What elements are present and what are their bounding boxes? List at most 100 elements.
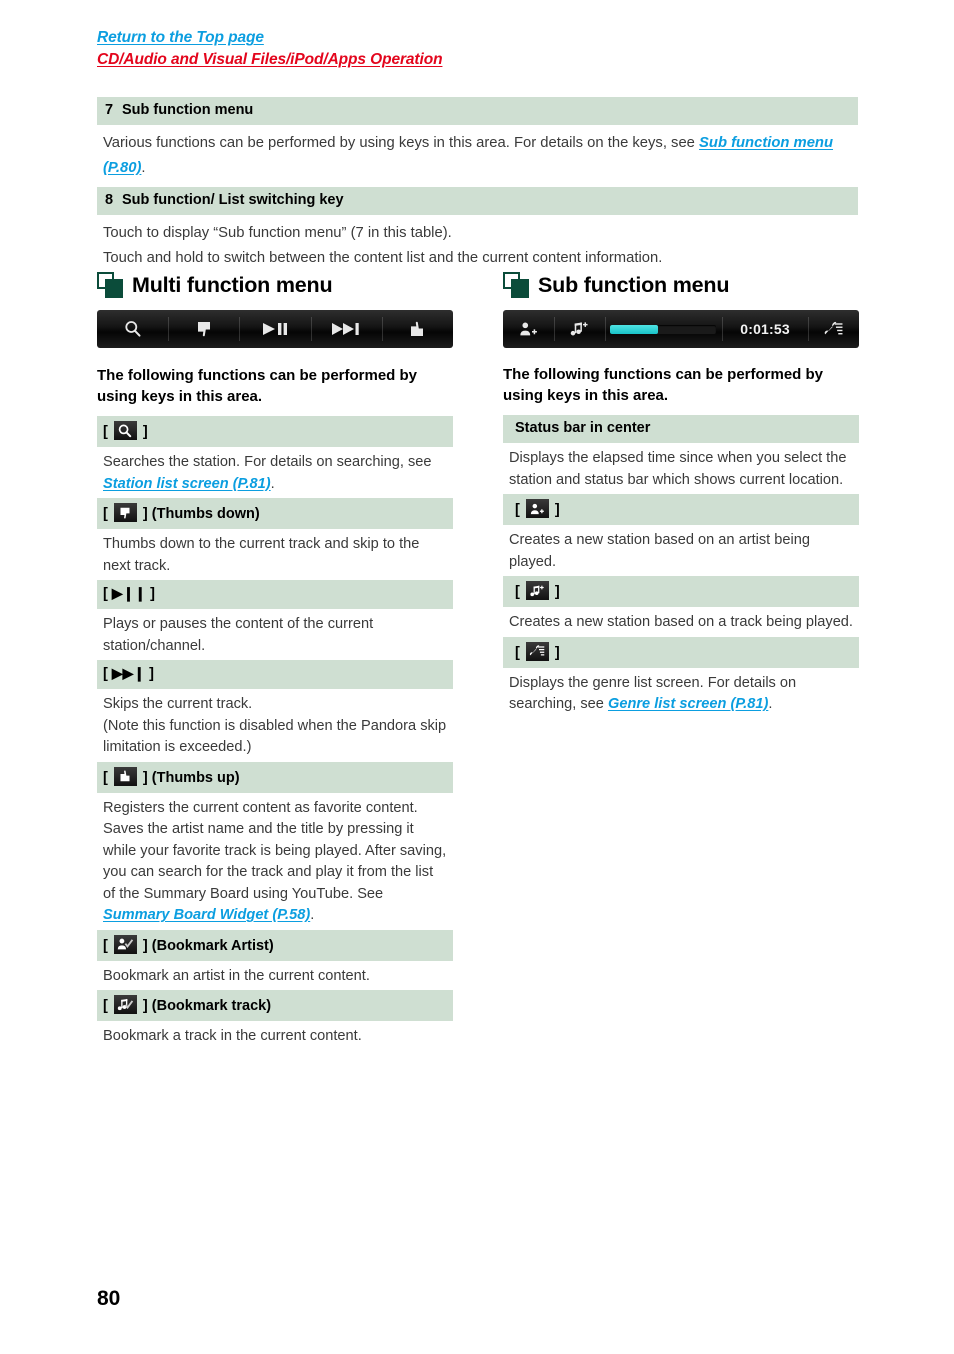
bar-thumbs-up-icon[interactable] bbox=[381, 310, 453, 348]
bar-play-pause-icon[interactable] bbox=[239, 310, 310, 348]
station-list-screen-link[interactable]: Station list screen (P.81) bbox=[103, 476, 271, 492]
sub-function-menu-title: Sub function menu bbox=[538, 272, 730, 297]
bracket-close: ] bbox=[150, 586, 155, 602]
multi-item-skip-header: [ ▶▶❙ ] bbox=[97, 660, 453, 689]
skip-next-icon: ▶▶❙ bbox=[111, 665, 146, 681]
bracket-close: ] bbox=[149, 666, 155, 682]
multi-function-menu-title: Multi function menu bbox=[132, 272, 333, 297]
multi-item-thumbs-down-label: (Thumbs down) bbox=[147, 506, 260, 522]
multi-item-bookmark-artist-body: Bookmark an artist in the current conten… bbox=[103, 967, 370, 984]
sub-item-genre-list-header: [ ] bbox=[503, 636, 859, 668]
multi-item-bookmark-artist-header: [ ] (Bookmark Artist) bbox=[97, 929, 453, 961]
multi-item-thumbs-down-header: [ ] (Thumbs down) bbox=[97, 498, 453, 529]
sub-item-add-artist-station-body: Creates a new station based on an artist… bbox=[509, 532, 810, 570]
search-icon bbox=[113, 421, 137, 440]
progress-fill bbox=[610, 324, 659, 334]
row-number-8: 8 bbox=[105, 192, 114, 208]
progress-track[interactable] bbox=[610, 324, 717, 334]
multi-item-play-pause: [ ▶❙❙ ] Plays or pauses the content of t… bbox=[97, 580, 453, 660]
sub-item-add-track-station-header: [ ] bbox=[503, 576, 859, 607]
multi-item-play-pause-header: [ ▶❙❙ ] bbox=[97, 580, 453, 609]
section-marker-icon bbox=[97, 272, 123, 298]
body-post: . bbox=[768, 696, 773, 712]
play-pause-icon: ▶❙❙ bbox=[111, 585, 147, 601]
row-body-7-post: . bbox=[141, 160, 146, 176]
page-number: 80 bbox=[97, 1287, 121, 1310]
section-marker-icon bbox=[503, 272, 529, 298]
bracket-open: [ bbox=[515, 584, 520, 600]
bracket-close: ] bbox=[554, 584, 560, 600]
multi-function-menu-heading: Multi function menu bbox=[97, 272, 453, 298]
bar-elapsed-time: 0:01:53 bbox=[722, 310, 808, 348]
bracket-open: [ bbox=[103, 506, 108, 522]
body-post: . bbox=[310, 907, 315, 923]
row-title-7: Sub function menu bbox=[122, 102, 254, 118]
genre-list-icon bbox=[525, 641, 549, 661]
row-body-8-line2: Touch and hold to switch between the con… bbox=[103, 250, 663, 266]
bar-progress[interactable] bbox=[604, 310, 722, 348]
multi-function-menu-column: Multi function menu The following functi… bbox=[97, 272, 453, 1051]
multi-item-skip: [ ▶▶❙ ] Skips the current track. (Note t… bbox=[97, 660, 453, 762]
thumbs-down-icon bbox=[113, 503, 137, 522]
multi-item-thumbs-up-label: (Thumbs up) bbox=[147, 769, 240, 786]
multi-item-bookmark-track: [ ] (Bookmark track) Bookmark a track in… bbox=[97, 990, 453, 1051]
row-body-8-line1: Touch to display “Sub function menu” (7 … bbox=[103, 225, 452, 241]
return-to-top-link[interactable]: Return to the Top page bbox=[97, 28, 857, 48]
add-track-station-icon bbox=[525, 581, 549, 600]
bracket-open: [ bbox=[515, 502, 520, 518]
multi-item-thumbs-up: [ ] (Thumbs up) Registers the current co… bbox=[97, 761, 453, 930]
bar-search-icon[interactable] bbox=[97, 310, 168, 348]
multi-function-device-bar bbox=[97, 310, 453, 348]
multi-item-bookmark-artist-label: (Bookmark Artist) bbox=[147, 937, 274, 954]
row-number-7: 7 bbox=[105, 102, 114, 118]
multi-item-thumbs-up-body: Registers the current content as favorit… bbox=[103, 799, 447, 924]
bookmark-track-icon bbox=[113, 995, 137, 1014]
bookmark-artist-icon bbox=[113, 934, 137, 954]
multi-item-bookmark-track-label: (Bookmark track) bbox=[147, 998, 272, 1014]
table-row-body-7: Various functions can be performed by us… bbox=[97, 125, 858, 187]
multi-item-bookmark-track-body: Bookmark a track in the current content. bbox=[103, 1028, 362, 1044]
bracket-open: [ bbox=[103, 937, 108, 954]
thumbs-up-icon bbox=[113, 766, 137, 786]
multi-function-lead-text: The following functions can be performed… bbox=[97, 367, 418, 405]
sub-item-genre-list: [ ] Displays the genre list screen. For … bbox=[503, 636, 859, 719]
bracket-open: [ bbox=[103, 586, 108, 602]
bracket-close: ] bbox=[554, 644, 560, 661]
multi-item-skip-body: Skips the current track. (Note this func… bbox=[103, 696, 447, 755]
sub-item-add-artist-station-header: [ ] bbox=[503, 494, 859, 525]
sub-function-menu-column: Sub function menu 0:01:53 The following … bbox=[503, 272, 859, 719]
body-pre: Searches the station. For details on sea… bbox=[103, 454, 432, 470]
multi-item-search-header: [ ] bbox=[97, 416, 453, 447]
multi-item-thumbs-up-header: [ ] (Thumbs up) bbox=[97, 761, 453, 793]
section-title-link[interactable]: CD/Audio and Visual Files/iPod/Apps Oper… bbox=[97, 50, 857, 70]
sub-item-add-artist-station: [ ] Creates a new station based on an ar… bbox=[503, 494, 859, 576]
bracket-open: [ bbox=[103, 998, 108, 1014]
multi-item-bookmark-track-header: [ ] (Bookmark track) bbox=[97, 990, 453, 1021]
bracket-open: [ bbox=[103, 424, 108, 440]
bracket-close: ] bbox=[554, 502, 560, 518]
bracket-close: ] bbox=[142, 424, 148, 440]
top-table: 7 Sub function menu Various functions can… bbox=[97, 97, 858, 277]
sub-item-status-bar: Status bar in center Displays the elapse… bbox=[503, 415, 859, 494]
summary-board-widget-link[interactable]: Summary Board Widget (P.58) bbox=[103, 907, 310, 923]
bar-add-track-station-icon[interactable] bbox=[553, 310, 605, 348]
bracket-open: [ bbox=[103, 769, 108, 786]
sub-item-add-track-station: [ ] Creates a new station based on a tra… bbox=[503, 576, 859, 637]
sub-item-add-track-station-body: Creates a new station based on a track b… bbox=[509, 614, 853, 630]
sub-item-status-bar-header: Status bar in center bbox=[503, 415, 859, 443]
bar-skip-next-icon[interactable] bbox=[310, 310, 382, 348]
bar-thumbs-down-icon[interactable] bbox=[168, 310, 239, 348]
bar-add-artist-station-icon[interactable] bbox=[503, 310, 554, 348]
multi-item-play-pause-body: Plays or pauses the content of the curre… bbox=[103, 616, 374, 654]
sub-function-menu-heading: Sub function menu bbox=[503, 272, 859, 298]
genre-list-screen-link[interactable]: Genre list screen (P.81) bbox=[608, 696, 768, 712]
sub-item-genre-list-body: Displays the genre list screen. For deta… bbox=[503, 668, 859, 719]
bracket-open: [ bbox=[515, 644, 520, 661]
body-pre: Saves the artist name and the title by p… bbox=[103, 821, 447, 902]
body-post: . bbox=[270, 475, 275, 492]
bar-genre-list-icon[interactable] bbox=[808, 310, 859, 348]
manual-page: Return to the Top page CD/Audio and Visu… bbox=[0, 0, 954, 1354]
multi-item-thumbs-down: [ ] (Thumbs down) Thumbs down to the cur… bbox=[97, 498, 453, 580]
table-row-header-7: 7 Sub function menu bbox=[97, 97, 858, 125]
multi-item-search: [ ] Searches the station. For details on… bbox=[97, 416, 453, 498]
